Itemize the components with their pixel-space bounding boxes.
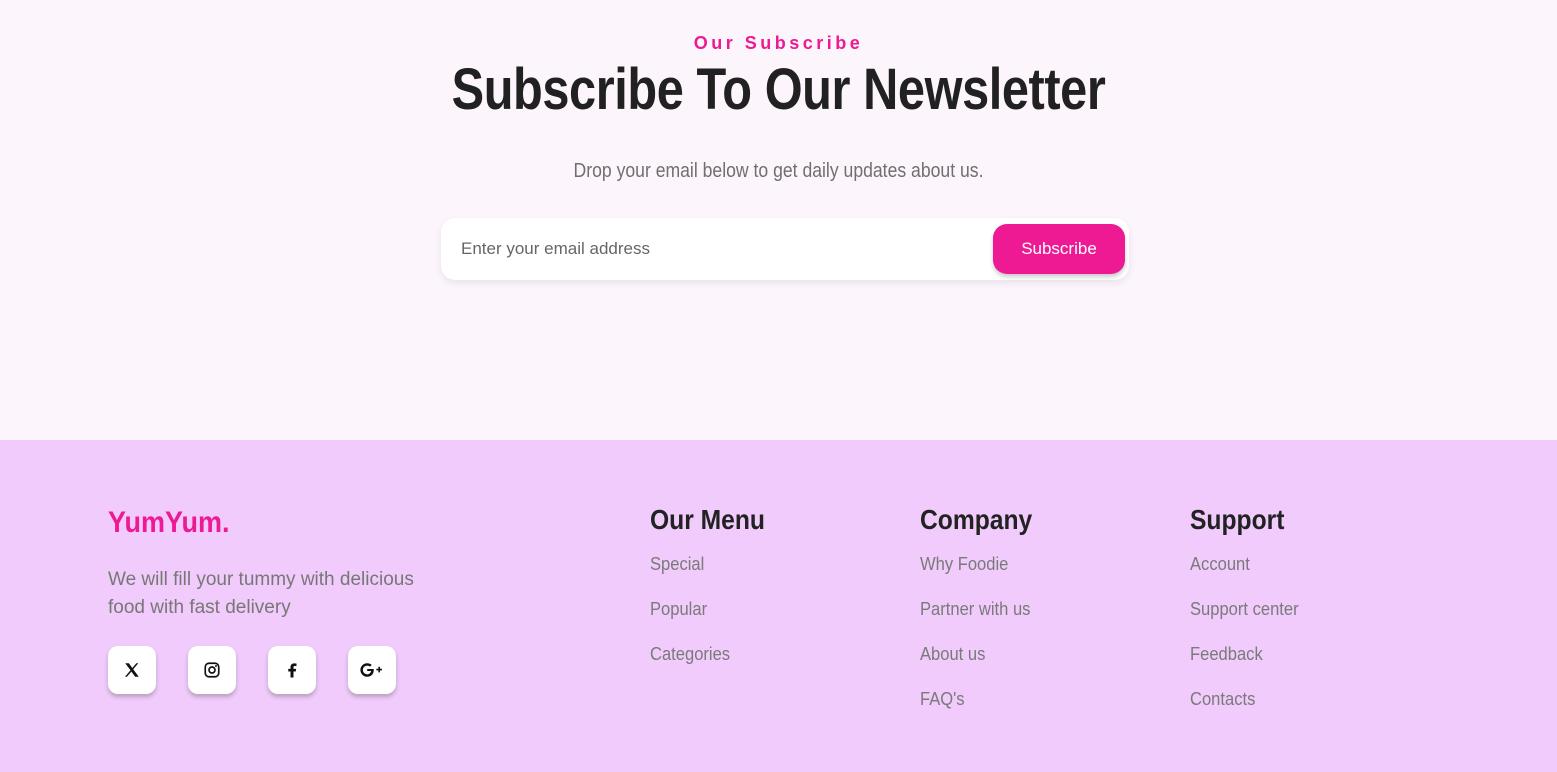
section-eyebrow: Our Subscribe [693, 33, 864, 53]
newsletter-title: Subscribe To Our Newsletter [451, 57, 1106, 122]
brand-logo[interactable]: YumYum. [108, 506, 230, 540]
site-footer: YumYum. We will fill your tummy with del… [0, 440, 1557, 772]
subscribe-button[interactable]: Subscribe [993, 224, 1125, 274]
social-links [108, 646, 396, 694]
footer-link-special[interactable]: Special [650, 554, 704, 575]
footer-column-company: Company Why Foodie Partner with us About… [920, 504, 1048, 734]
footer-link-categories[interactable]: Categories [650, 644, 730, 665]
email-input[interactable] [455, 228, 975, 270]
footer-column-title: Company [920, 504, 1033, 535]
google-plus-icon[interactable] [348, 646, 396, 694]
footer-link-popular[interactable]: Popular [650, 599, 707, 620]
footer-link-about[interactable]: About us [920, 644, 985, 665]
newsletter-subtitle: Drop your email below to get daily updat… [573, 160, 984, 182]
footer-column-menu: Our Menu Special Popular Categories [650, 504, 781, 689]
x-icon[interactable] [108, 646, 156, 694]
facebook-icon[interactable] [268, 646, 316, 694]
footer-link-why-foodie[interactable]: Why Foodie [920, 554, 1008, 575]
footer-column-support: Support Account Support center Feedback … [1190, 504, 1308, 734]
instagram-icon[interactable] [188, 646, 236, 694]
footer-link-faqs[interactable]: FAQ's [920, 689, 965, 710]
footer-column-title: Support [1190, 504, 1285, 535]
footer-column-title: Our Menu [650, 504, 765, 535]
footer-link-support-center[interactable]: Support center [1190, 599, 1299, 620]
brand-tagline: We will fill your tummy with delicious f… [108, 569, 414, 618]
footer-link-feedback[interactable]: Feedback [1190, 644, 1263, 665]
subscribe-form: Subscribe [441, 218, 1129, 280]
footer-link-account[interactable]: Account [1190, 554, 1250, 575]
footer-link-partner[interactable]: Partner with us [920, 599, 1030, 620]
newsletter-section: Our Subscribe Subscribe To Our Newslette… [0, 0, 1557, 440]
footer-link-contacts[interactable]: Contacts [1190, 689, 1255, 710]
